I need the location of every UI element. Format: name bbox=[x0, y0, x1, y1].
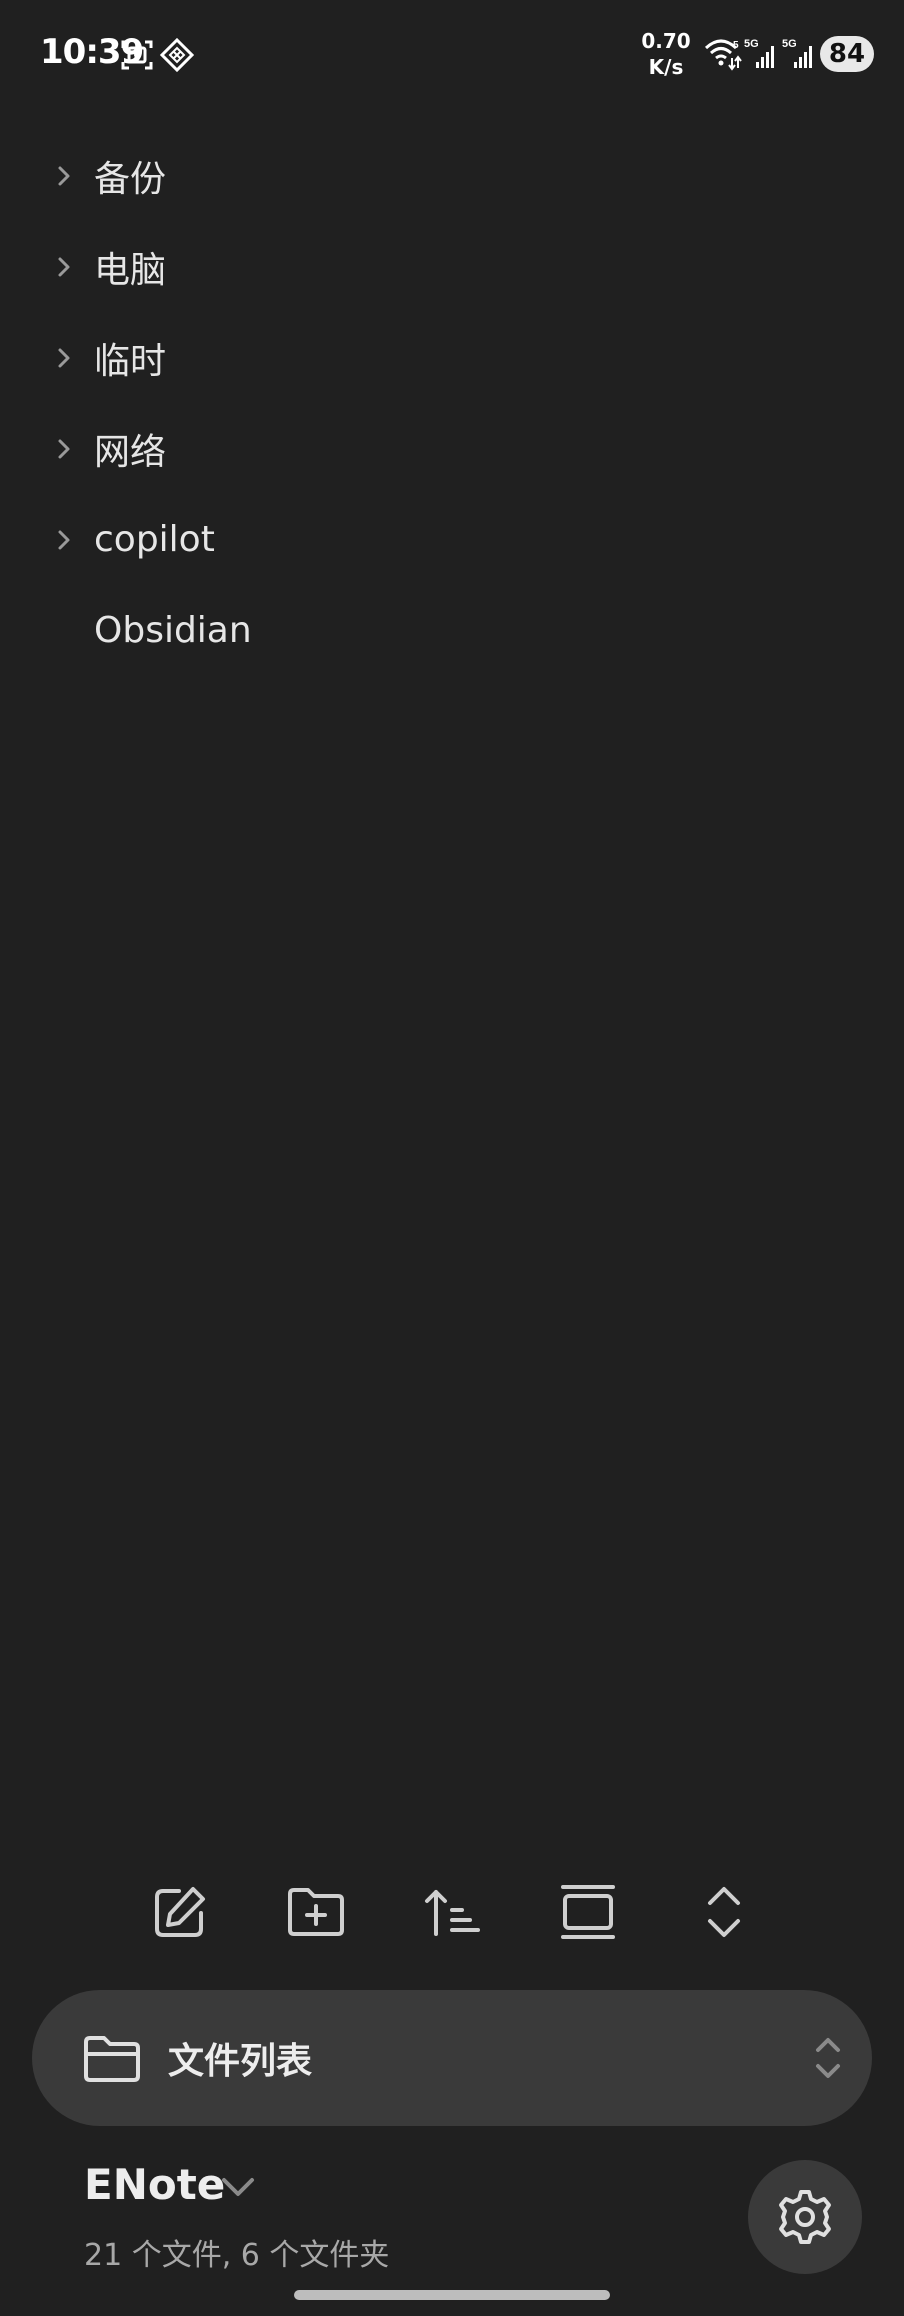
net-speed: 0.70 K/s bbox=[640, 28, 692, 80]
tree-item-label: Obsidian bbox=[94, 610, 252, 651]
svg-text:5: 5 bbox=[733, 40, 739, 51]
vault-stats: 21 个文件, 6 个文件夹 bbox=[84, 2238, 390, 2273]
net-speed-value: 0.70 bbox=[641, 29, 691, 53]
view-selector[interactable]: 文件列表 bbox=[32, 1990, 872, 2126]
home-indicator[interactable] bbox=[294, 2290, 610, 2300]
signal-5g-icon: 5G bbox=[782, 38, 812, 68]
status-bar: 10:39 0.70 K/s 5 5G 5G 84 bbox=[0, 0, 904, 110]
tree-item-label: copilot bbox=[94, 519, 215, 560]
new-note-icon bbox=[155, 1887, 205, 1937]
svg-text:5G: 5G bbox=[782, 38, 797, 50]
sort-icon bbox=[425, 1890, 480, 1936]
net-speed-unit: K/s bbox=[648, 55, 684, 79]
tree-folder-beifen[interactable]: 备份 bbox=[0, 130, 904, 221]
chevron-right-icon bbox=[58, 348, 70, 367]
svg-text:5G: 5G bbox=[744, 38, 759, 50]
expand-collapse-button[interactable] bbox=[692, 1880, 756, 1944]
tree-item-label: 网络 bbox=[94, 431, 167, 473]
chevron-right-icon bbox=[58, 439, 70, 458]
collapse-view-icon bbox=[561, 1885, 615, 1939]
vpn-diamond-icon bbox=[160, 38, 194, 72]
file-tree: 备份 电脑 临时 网络 copilot Obsidian bbox=[0, 130, 904, 676]
chevron-down-icon[interactable] bbox=[218, 2172, 258, 2202]
folder-icon bbox=[84, 2036, 140, 2082]
screenshot-icon bbox=[121, 40, 153, 70]
chevron-right-icon bbox=[58, 166, 70, 185]
new-folder-icon bbox=[288, 1888, 344, 1936]
signal-5g-icon: 5G bbox=[744, 38, 774, 68]
chevron-right-icon bbox=[58, 530, 70, 549]
selector-label: 文件列表 bbox=[168, 2041, 313, 2082]
new-note-button[interactable] bbox=[148, 1880, 212, 1944]
vault-name[interactable]: ENote bbox=[84, 2160, 225, 2209]
chevron-right-icon bbox=[58, 257, 70, 276]
tree-item-label: 电脑 bbox=[94, 249, 167, 291]
tree-folder-linshi[interactable]: 临时 bbox=[0, 312, 904, 403]
tree-folder-copilot[interactable]: copilot bbox=[0, 494, 904, 585]
sort-button[interactable] bbox=[420, 1880, 484, 1944]
tree-folder-wangluo[interactable]: 网络 bbox=[0, 403, 904, 494]
battery-indicator: 84 bbox=[820, 36, 874, 72]
tree-folder-diannao[interactable]: 电脑 bbox=[0, 221, 904, 312]
file-toolbar bbox=[0, 1870, 904, 1954]
chevron-up-down-icon bbox=[816, 2038, 840, 2078]
tree-file-obsidian[interactable]: Obsidian bbox=[0, 585, 904, 676]
tree-item-label: 临时 bbox=[94, 340, 167, 382]
wifi-icon: 5 bbox=[704, 39, 742, 71]
new-folder-button[interactable] bbox=[284, 1880, 348, 1944]
expand-collapse-icon bbox=[708, 1887, 740, 1937]
settings-button[interactable] bbox=[748, 2160, 862, 2274]
tree-item-label: 备份 bbox=[94, 158, 167, 200]
collapse-view-button[interactable] bbox=[556, 1880, 620, 1944]
gear-icon bbox=[779, 2190, 831, 2244]
